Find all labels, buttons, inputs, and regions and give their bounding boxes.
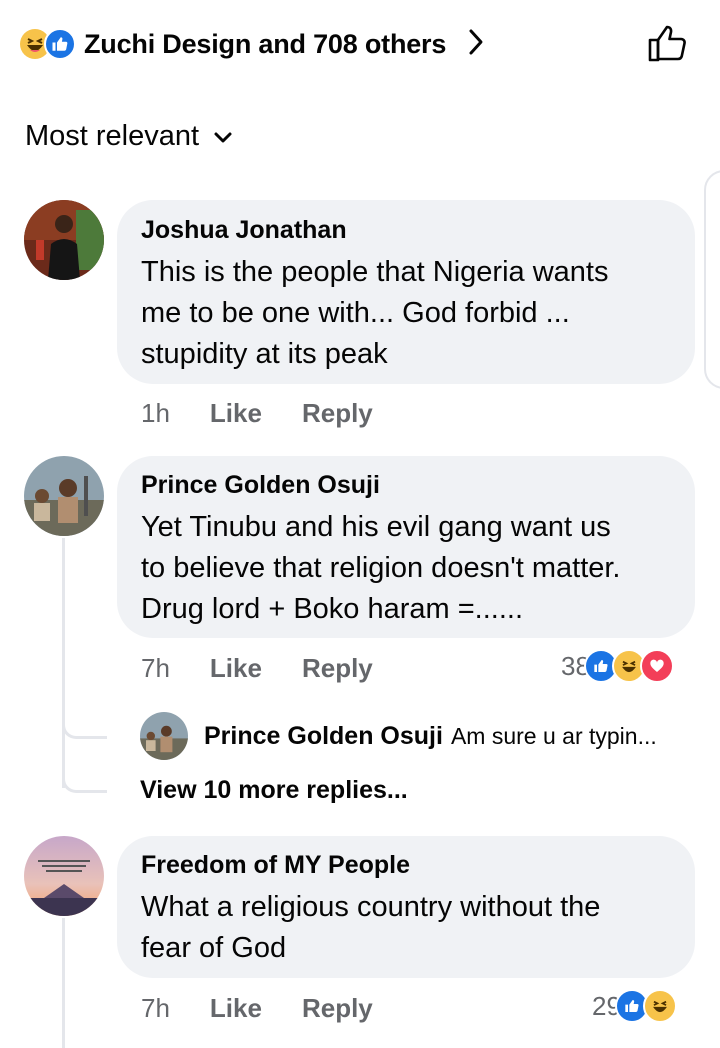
offscreen-card-edge	[704, 170, 720, 389]
haha-reaction-icon	[642, 989, 677, 1023]
avatar[interactable]	[140, 712, 188, 760]
comment-time[interactable]: 7h	[141, 653, 170, 684]
comment-bubble: Freedom of MY People What a religious co…	[117, 836, 695, 978]
comment-actions: 7h Like Reply	[141, 653, 373, 684]
comment-actions: 7h Like Reply	[141, 993, 373, 1024]
reply-author: Prince Golden Osuji	[204, 721, 443, 750]
comment-time[interactable]: 7h	[141, 993, 170, 1024]
thread-line	[62, 538, 65, 788]
comment-author[interactable]: Prince Golden Osuji	[141, 471, 695, 500]
like-button[interactable]: Like	[210, 398, 262, 429]
reply-button[interactable]: Reply	[302, 653, 373, 684]
like-emoji-icon	[44, 28, 76, 60]
chevron-down-icon	[213, 120, 233, 153]
view-more-replies-link[interactable]: View 10 more replies...	[140, 776, 408, 805]
like-button[interactable]: Like	[210, 993, 262, 1024]
comment-line: What a religious country without the	[141, 891, 601, 923]
reply-button[interactable]: Reply	[302, 398, 373, 429]
comment-bubble: Joshua Jonathan This is the people that …	[117, 200, 695, 384]
comment-line: Yet Tinubu and his evil gang want us	[141, 511, 611, 543]
comment-line: Drug lord + Boko haram =......	[141, 593, 524, 625]
comment-text: Yet Tinubu and his evil gang want us to …	[141, 507, 695, 630]
avatar[interactable]	[24, 456, 104, 536]
comment-line: This is the people that Nigeria wants	[141, 256, 609, 288]
sort-label: Most relevant	[25, 120, 200, 152]
thumbs-up-outline-icon	[648, 25, 686, 62]
chevron-right-icon	[468, 28, 484, 61]
like-post-button[interactable]	[644, 20, 690, 66]
comment-author[interactable]: Joshua Jonathan	[141, 216, 695, 245]
comment-line: fear of God	[141, 932, 287, 964]
sort-dropdown[interactable]: Most relevant	[25, 120, 233, 153]
comment-time[interactable]: 1h	[141, 398, 170, 429]
comment-author[interactable]: Freedom of MY People	[141, 851, 695, 880]
reply-connector	[62, 706, 107, 739]
comment-text: This is the people that Nigeria wants me…	[141, 252, 695, 375]
thread-line	[62, 918, 65, 1048]
reply-connector	[62, 760, 107, 793]
like-button[interactable]: Like	[210, 653, 262, 684]
comment-line: to believe that religion doesn't matter.	[141, 552, 621, 584]
reaction-count[interactable]: 38	[561, 649, 674, 683]
reactors-text: Zuchi Design and 708 others	[84, 28, 447, 59]
avatar[interactable]	[24, 836, 104, 916]
avatar[interactable]	[24, 200, 104, 280]
reply-button[interactable]: Reply	[302, 993, 373, 1024]
reaction-count[interactable]: 29	[592, 989, 677, 1023]
reply-preview[interactable]: Prince Golden Osuji Am sure u ar typin..…	[140, 712, 657, 760]
love-reaction-icon	[639, 649, 674, 683]
reply-snippet: Am sure u ar typin...	[450, 722, 657, 749]
comment-actions: 1h Like Reply	[141, 398, 373, 429]
comment-line: me to be one with... God forbid ...	[141, 297, 570, 329]
comment-bubble: Prince Golden Osuji Yet Tinubu and his e…	[117, 456, 695, 638]
comment-line: stupidity at its peak	[141, 338, 388, 370]
comment-text: What a religious country without the fea…	[141, 887, 695, 969]
reactions-summary[interactable]: Zuchi Design and 708 others	[20, 22, 484, 66]
